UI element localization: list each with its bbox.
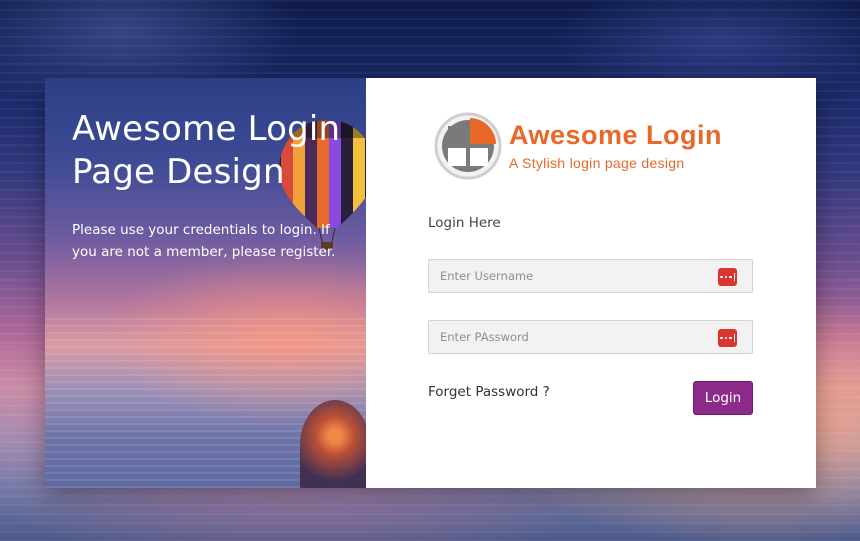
logo-subtitle: A Stylish login page design [509, 155, 685, 171]
password-input[interactable] [429, 321, 752, 353]
hero-title-line1: Awesome Login [72, 109, 341, 149]
login-card: Awesome Login Page Design Please use you… [45, 78, 816, 488]
forgot-password-link[interactable]: Forget Password ? [428, 384, 550, 400]
hero-title: Awesome Login Page Design [72, 108, 362, 194]
logo-title: Awesome Login [509, 120, 723, 150]
lit-tree-image [300, 400, 366, 488]
logo-mark-icon [434, 112, 502, 180]
hero-panel: Awesome Login Page Design Please use you… [45, 78, 366, 488]
password-dots-icon [718, 268, 737, 286]
password-dots-icon [718, 329, 737, 347]
username-input[interactable] [429, 260, 752, 292]
hero-subtitle: Please use your credentials to login. If… [72, 222, 336, 260]
login-heading: Login Here [428, 215, 501, 231]
login-button[interactable]: Login [693, 381, 753, 415]
hero-title-line2: Page Design [72, 152, 285, 192]
brand-logo: Awesome Login A Stylish login page desig… [434, 112, 754, 182]
password-field [428, 320, 753, 354]
username-field [428, 259, 753, 293]
login-panel: Awesome Login A Stylish login page desig… [366, 78, 816, 488]
